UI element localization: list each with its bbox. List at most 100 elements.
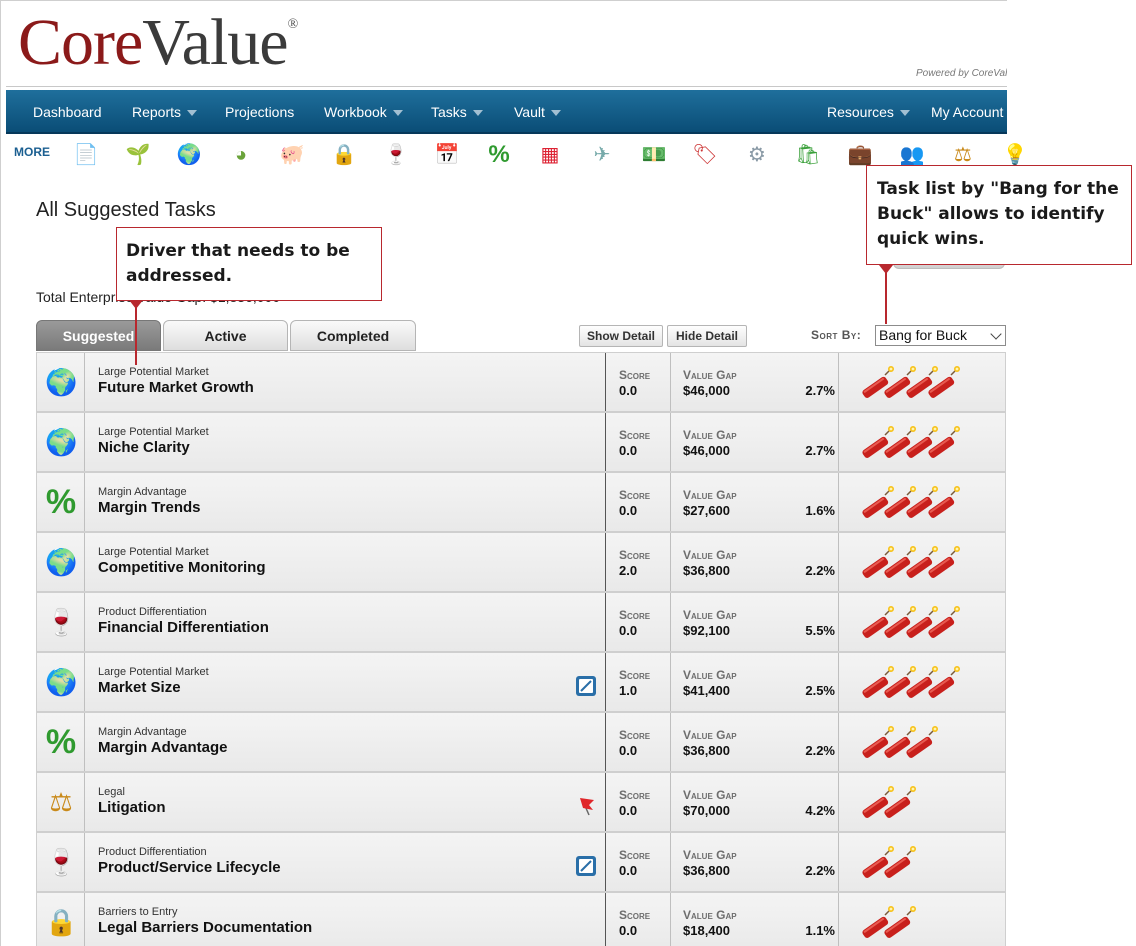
logo-core-text: Core — [18, 6, 143, 79]
nav-reports[interactable]: Reports — [132, 90, 198, 134]
task-row[interactable]: ⚖ Legal Litigation Score 0.0 Value Gap $70,000… — [36, 772, 1006, 832]
score-label: Score — [619, 908, 651, 922]
task-name[interactable]: Competitive Monitoring — [98, 559, 266, 576]
globe-icon: 🌍 — [45, 367, 78, 397]
note-icon[interactable] — [575, 675, 597, 697]
globe-icon[interactable]: 🌍 — [176, 142, 202, 168]
task-name[interactable]: Future Market Growth — [98, 379, 254, 396]
task-name[interactable]: Market Size — [98, 679, 181, 696]
task-category: Large Potential Market — [98, 666, 209, 678]
show-detail-button[interactable]: Show Detail — [579, 325, 663, 347]
color-blocks-icon[interactable]: ▦ — [537, 142, 563, 168]
callout-driver-text: Driver that needs to be addressed. — [126, 241, 350, 286]
main-nav: Dashboard Reports Projections Workbook T… — [6, 90, 1007, 134]
task-row[interactable]: % Margin Advantage Margin Advantage Score 0.… — [36, 712, 1006, 772]
task-row[interactable]: 🌍 Large Potential Market Future Market Gro… — [36, 352, 1006, 412]
nav-tasks[interactable]: Tasks — [431, 90, 483, 134]
bang-for-buck-rating — [859, 783, 921, 821]
note-icon[interactable] — [575, 855, 597, 877]
row-divider — [838, 713, 839, 771]
task-icon-cell: 🌍 — [37, 653, 85, 711]
bottles-icon: 🍷 — [45, 847, 78, 877]
row-divider — [838, 473, 839, 531]
airplane-icon[interactable]: ✈ — [589, 142, 615, 168]
score-label: Score — [619, 728, 651, 742]
score-value: 0.0 — [619, 803, 638, 818]
nav-vault[interactable]: Vault — [514, 90, 561, 134]
piggy-bank-icon[interactable]: 🐖 — [279, 142, 305, 168]
logo-registered-mark: ® — [287, 17, 299, 32]
percent-icon: % — [45, 723, 77, 761]
nav-workbook[interactable]: Workbook — [324, 90, 403, 134]
task-name[interactable]: Niche Clarity — [98, 439, 190, 456]
chevron-down-icon — [550, 110, 561, 117]
task-row[interactable]: 🌍 Large Potential Market Competitive Monit… — [36, 532, 1006, 592]
percent-icon[interactable]: % — [486, 142, 512, 168]
value-gap-amount: $46,000 — [683, 383, 730, 398]
task-category: Large Potential Market — [98, 546, 209, 558]
value-gap-label: Value Gap — [683, 608, 737, 622]
task-category: Product Differentiation — [98, 606, 207, 618]
sort-by-select[interactable]: Bang for Buck — [875, 325, 1006, 346]
percent-icon: % — [45, 483, 77, 521]
task-icon-cell: 🔒 — [37, 893, 85, 946]
task-row[interactable]: 🌍 Large Potential Market Niche Clarity Scor… — [36, 412, 1006, 472]
task-name[interactable]: Legal Barriers Documentation — [98, 919, 312, 936]
flag-icon[interactable] — [575, 795, 597, 817]
nav-resources[interactable]: Resources — [827, 90, 910, 134]
row-divider — [670, 353, 671, 411]
row-divider — [670, 833, 671, 891]
corevalue-logo[interactable]: CoreValue® — [18, 10, 299, 76]
task-name[interactable]: Financial Differentiation — [98, 619, 269, 636]
score-value: 0.0 — [619, 923, 638, 938]
sort-by-value: Bang for Buck — [879, 327, 967, 343]
money-icon[interactable]: 💵 — [641, 142, 667, 168]
value-gap-amount: $36,800 — [683, 743, 730, 758]
task-name[interactable]: Margin Trends — [98, 499, 201, 516]
nav-my-account[interactable]: My Account — [931, 90, 1003, 134]
tab-active[interactable]: Active — [163, 320, 288, 351]
document-icon[interactable]: 📄 — [73, 142, 99, 168]
task-category: Legal — [98, 786, 125, 798]
task-row[interactable]: 🌍 Large Potential Market Market Size Score 1… — [36, 652, 1006, 712]
tab-completed[interactable]: Completed — [290, 320, 416, 351]
padlock-icon[interactable]: 🔒 — [331, 142, 357, 168]
callout-driver: Driver that needs to be addressed. — [116, 227, 382, 301]
row-divider — [605, 473, 606, 531]
sprout-icon[interactable]: 🌱 — [125, 142, 151, 168]
callout-driver-pointer — [135, 305, 137, 365]
pie-chart-icon[interactable]: ◕ — [228, 142, 254, 168]
task-row[interactable]: % Margin Advantage Margin Trends Score 0.0 Va… — [36, 472, 1006, 532]
bottles-icon[interactable]: 🍷 — [383, 142, 409, 168]
value-gap-amount: $27,600 — [683, 503, 730, 518]
nav-projections[interactable]: Projections — [225, 90, 294, 134]
nav-dashboard[interactable]: Dashboard — [33, 90, 102, 134]
value-gap-percent: 2.2% — [805, 863, 835, 878]
tab-suggested[interactable]: Suggested — [36, 320, 161, 351]
task-category: Barriers to Entry — [98, 906, 178, 918]
task-row[interactable]: 🍷 Product Differentiation Product/Service … — [36, 832, 1006, 892]
gear-icon[interactable]: ⚙ — [744, 142, 770, 168]
price-tag-icon[interactable]: 🏷 — [692, 142, 718, 168]
bang-for-buck-rating — [859, 603, 965, 641]
task-row[interactable]: 🔒 Barriers to Entry Legal Barriers Documen… — [36, 892, 1006, 946]
task-icon-cell: % — [37, 473, 85, 531]
task-row[interactable]: 🍷 Product Differentiation Financial Differ… — [36, 592, 1006, 652]
task-name[interactable]: Product/Service Lifecycle — [98, 859, 281, 876]
task-icon-cell: % — [37, 713, 85, 771]
more-link[interactable]: MORE — [14, 145, 50, 159]
row-divider — [670, 713, 671, 771]
bang-for-buck-rating — [859, 723, 943, 761]
hide-detail-button[interactable]: Hide Detail — [667, 325, 747, 347]
row-divider — [605, 773, 606, 831]
page-title: All Suggested Tasks — [36, 199, 216, 221]
value-gap-amount: $70,000 — [683, 803, 730, 818]
calendar-icon[interactable]: 📅 — [434, 142, 460, 168]
task-name[interactable]: Litigation — [98, 799, 166, 816]
score-value: 0.0 — [619, 863, 638, 878]
bang-for-buck-rating — [859, 483, 965, 521]
task-name[interactable]: Margin Advantage — [98, 739, 227, 756]
shopping-bag-icon[interactable]: 🛍 — [795, 142, 821, 168]
score-value: 0.0 — [619, 743, 638, 758]
score-value: 2.0 — [619, 563, 638, 578]
